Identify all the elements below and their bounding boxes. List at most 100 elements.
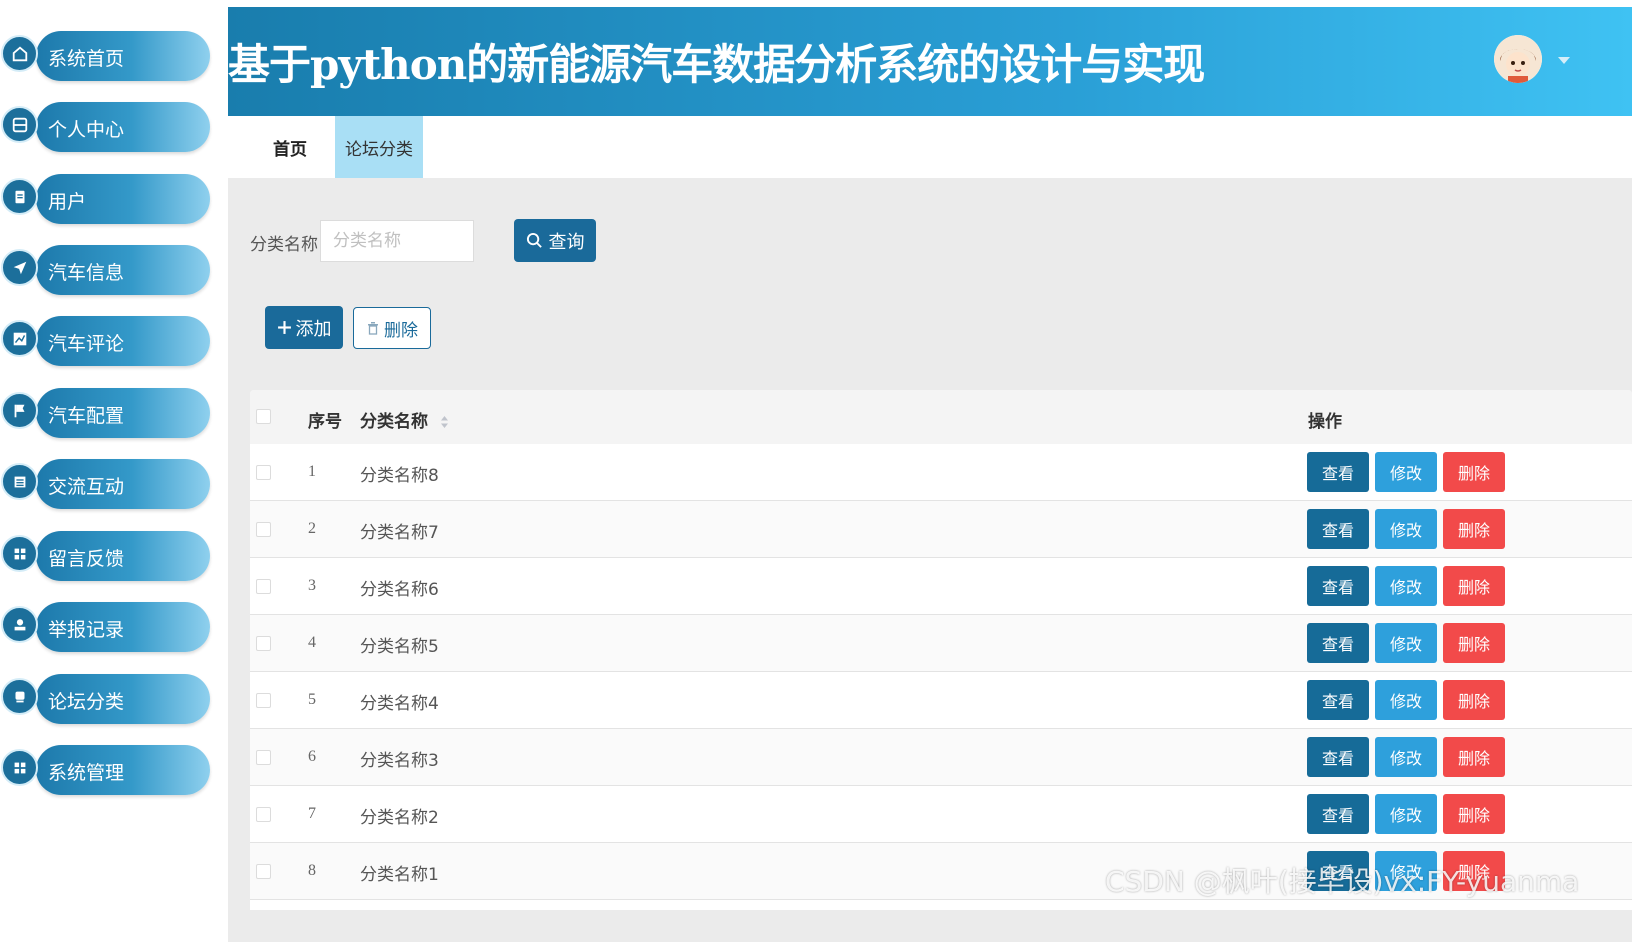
sidebar-item-car-info[interactable]: 汽车信息 (0, 245, 212, 297)
table-row: 6 分类名称3 查看 修改 删除 (250, 729, 1632, 786)
plus-icon (277, 321, 291, 334)
row-checkbox[interactable] (256, 693, 271, 708)
list-icon (1, 463, 38, 500)
tab-forum-category[interactable]: 论坛分类 (335, 116, 423, 178)
row-checkbox[interactable] (256, 579, 271, 594)
sidebar-item-interaction[interactable]: 交流互动 (0, 459, 212, 511)
column-header-seq: 序号 (308, 412, 342, 432)
stamp-icon (1, 606, 38, 643)
cell-name: 分类名称6 (360, 580, 439, 600)
sidebar-item-system[interactable]: 系统管理 (0, 745, 212, 797)
edit-button[interactable]: 修改 (1375, 794, 1437, 834)
tab-home[interactable]: 首页 (258, 116, 322, 178)
edit-button[interactable]: 修改 (1375, 452, 1437, 492)
delete-button[interactable]: 删除 (1443, 623, 1505, 663)
sidebar-item-label: 汽车信息 (48, 262, 125, 284)
chevron-down-icon[interactable] (1558, 57, 1570, 64)
sidebar-item-label: 论坛分类 (48, 691, 125, 713)
header: 基于python的新能源汽车数据分析系统的设计与实现 (228, 7, 1632, 116)
view-button[interactable]: 查看 (1307, 566, 1369, 606)
batch-delete-label: 删除 (384, 320, 418, 341)
search-input[interactable] (320, 220, 474, 262)
table-row: 4 分类名称5 查看 修改 删除 (250, 615, 1632, 672)
send-icon (1, 249, 38, 286)
cell-seq: 6 (308, 748, 316, 765)
table-row: 3 分类名称6 查看 修改 删除 (250, 558, 1632, 615)
cell-name: 分类名称5 (360, 637, 439, 657)
column-header-name[interactable]: 分类名称 (360, 407, 449, 432)
delete-button[interactable]: 删除 (1443, 680, 1505, 720)
row-checkbox[interactable] (256, 465, 271, 480)
clipboard-icon (1, 178, 38, 215)
page-title: 基于python的新能源汽车数据分析系统的设计与实现 (228, 40, 1205, 89)
column-header-op: 操作 (1308, 412, 1342, 432)
edit-button[interactable]: 修改 (1375, 680, 1437, 720)
search-label: 分类名称 (250, 235, 318, 255)
select-all-checkbox[interactable] (256, 409, 271, 424)
sidebar-item-users[interactable]: 用户 (0, 174, 212, 226)
sidebar: 系统首页 个人中心 用户 汽车信息 汽车评论 汽车配置 交流互动 留言反馈 举报… (0, 0, 226, 942)
data-table: 序号 分类名称 操作 1 分类名称8 查看 修改 删除 2 分类名称7 查看 修改 删除 3 分类名称… (250, 390, 1632, 910)
row-checkbox[interactable] (256, 636, 271, 651)
view-button[interactable]: 查看 (1307, 794, 1369, 834)
sidebar-item-feedback[interactable]: 留言反馈 (0, 531, 212, 583)
home-icon (1, 35, 38, 72)
delete-button[interactable]: 删除 (1443, 509, 1505, 549)
row-checkbox[interactable] (256, 522, 271, 537)
sidebar-item-home[interactable]: 系统首页 (0, 31, 212, 83)
delete-button[interactable]: 删除 (1443, 452, 1505, 492)
sidebar-item-label: 汽车评论 (48, 333, 125, 355)
edit-button[interactable]: 修改 (1375, 737, 1437, 777)
grid-icon (1, 749, 38, 786)
cell-seq: 7 (308, 805, 316, 822)
sidebar-item-label: 系统首页 (48, 48, 125, 70)
avatar[interactable] (1494, 35, 1542, 83)
sidebar-item-label: 系统管理 (48, 762, 125, 784)
batch-delete-button[interactable]: 删除 (353, 307, 431, 349)
flag-icon (1, 392, 38, 429)
sidebar-item-label: 举报记录 (48, 619, 125, 641)
sidebar-item-forum-category[interactable]: 论坛分类 (0, 674, 212, 726)
delete-button[interactable]: 删除 (1443, 794, 1505, 834)
edit-button[interactable]: 修改 (1375, 566, 1437, 606)
cell-name: 分类名称7 (360, 523, 439, 543)
table-header: 序号 分类名称 操作 (250, 390, 1632, 444)
query-button[interactable]: 查询 (514, 219, 596, 262)
sort-icon[interactable] (440, 414, 449, 430)
row-checkbox[interactable] (256, 807, 271, 822)
cell-name: 分类名称8 (360, 466, 439, 486)
sidebar-item-profile[interactable]: 个人中心 (0, 102, 212, 154)
sidebar-item-car-config[interactable]: 汽车配置 (0, 388, 212, 440)
sidebar-item-reports[interactable]: 举报记录 (0, 602, 212, 654)
view-button[interactable]: 查看 (1307, 452, 1369, 492)
delete-button[interactable]: 删除 (1443, 737, 1505, 777)
view-button[interactable]: 查看 (1307, 737, 1369, 777)
cell-seq: 4 (308, 634, 316, 651)
row-checkbox[interactable] (256, 750, 271, 765)
view-button[interactable]: 查看 (1307, 623, 1369, 663)
add-button[interactable]: 添加 (265, 306, 343, 349)
sidebar-item-label: 用户 (48, 191, 87, 213)
delete-button[interactable]: 删除 (1443, 566, 1505, 606)
watermark: CSDN @枫叶(接毕设)vx:FY-yuanma (1105, 865, 1580, 898)
cell-seq: 8 (308, 862, 316, 879)
view-button[interactable]: 查看 (1307, 509, 1369, 549)
main-content: 分类名称 查询 添加 删除 序号 分类名称 操作 1分类名称8查看修改删除2分类… (228, 178, 1632, 942)
trash-icon (368, 322, 378, 335)
cup-icon (1, 678, 38, 715)
sidebar-item-label: 交流互动 (48, 476, 125, 498)
column-header-name-label: 分类名称 (360, 412, 428, 432)
chart-icon (1, 320, 38, 357)
row-checkbox[interactable] (256, 864, 271, 879)
table-row: 2 分类名称7 查看 修改 删除 (250, 501, 1632, 558)
sidebar-item-label: 留言反馈 (48, 548, 125, 570)
view-button[interactable]: 查看 (1307, 680, 1369, 720)
profile-icon (1, 106, 38, 143)
grid-icon (1, 535, 38, 572)
cell-name: 分类名称2 (360, 808, 439, 828)
table-row: 7 分类名称2 查看 修改 删除 (250, 786, 1632, 843)
edit-button[interactable]: 修改 (1375, 623, 1437, 663)
edit-button[interactable]: 修改 (1375, 509, 1437, 549)
sidebar-item-car-comment[interactable]: 汽车评论 (0, 316, 212, 368)
query-button-label: 查询 (548, 231, 585, 253)
